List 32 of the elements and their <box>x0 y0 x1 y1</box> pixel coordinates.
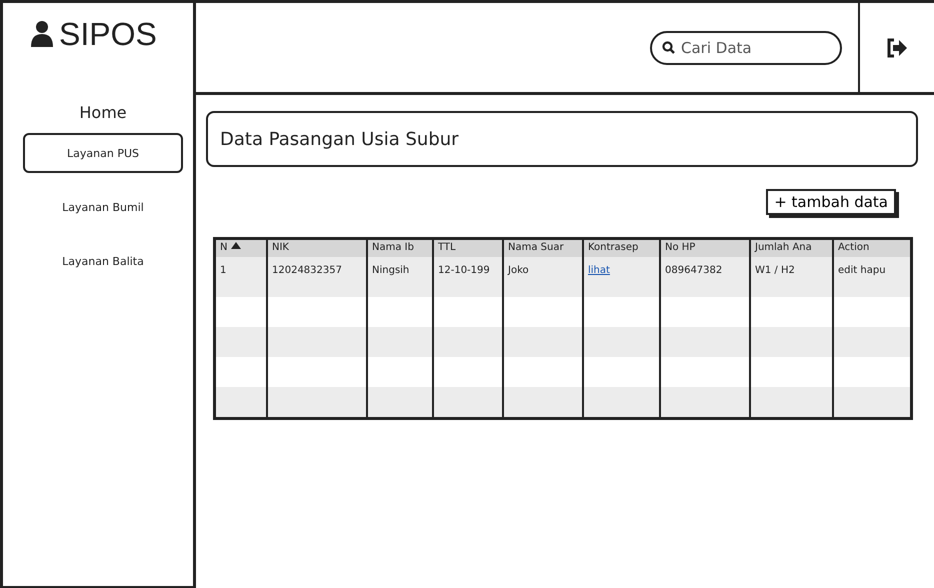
sidebar-item[interactable]: Layanan Balita <box>23 241 183 281</box>
search-field[interactable]: Cari Data <box>650 30 842 64</box>
search-icon <box>662 41 675 54</box>
search-input[interactable]: Cari Data <box>679 38 819 58</box>
table-cell: edit hapu <box>832 257 910 297</box>
column-header[interactable]: N <box>216 240 266 257</box>
table-cell: Ningsih <box>366 257 432 297</box>
column-header[interactable]: NIK <box>266 240 366 257</box>
column-header[interactable]: Nama Ib <box>366 240 432 257</box>
table-cell: 1 <box>216 257 266 297</box>
column-header[interactable]: Action <box>832 240 910 257</box>
table-cell: W1 / H2 <box>749 257 832 297</box>
table-cell <box>216 327 266 357</box>
logout-icon[interactable] <box>886 38 908 58</box>
table-cell: 12-10-199 <box>432 257 502 297</box>
column-header[interactable]: Jumlah Ana <box>749 240 832 257</box>
view-link[interactable]: lihat <box>588 265 610 276</box>
table-cell <box>216 387 266 417</box>
page-title: Data Pasangan Usia Subur <box>206 111 918 167</box>
sidebar-item[interactable]: Home <box>77 95 129 129</box>
sidebar-item[interactable]: Layanan Bumil <box>23 187 183 227</box>
app-logo: SIPOS <box>59 16 157 52</box>
table-cell: 12024832357 <box>266 257 366 297</box>
column-header[interactable]: No HP <box>659 240 749 257</box>
table-cell: Joko <box>502 257 582 297</box>
column-header[interactable]: TTL <box>432 240 502 257</box>
sidebar-item[interactable]: Layanan PUS <box>23 133 183 173</box>
table-cell: 089647382 <box>659 257 749 297</box>
column-header[interactable]: Nama Suar <box>502 240 582 257</box>
column-header[interactable]: Kontrasep <box>582 240 659 257</box>
user-icon <box>31 21 53 47</box>
add-data-button[interactable]: + tambah data <box>766 189 896 215</box>
